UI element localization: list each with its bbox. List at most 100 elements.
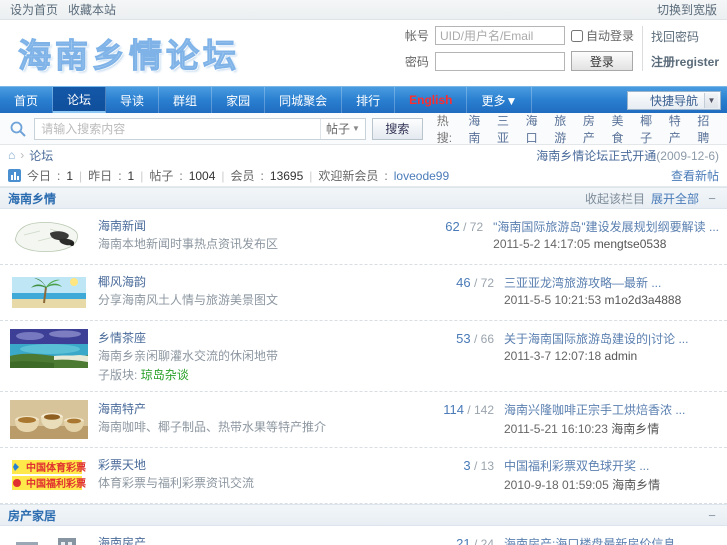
nav-item-6[interactable]: 排行: [342, 87, 396, 113]
forum-counts: 46 / 72: [456, 275, 494, 290]
nav-item-english[interactable]: English: [395, 87, 468, 113]
minus-icon[interactable]: −: [705, 508, 719, 523]
section-header-0: 海南乡情 收起该栏目 展开全部 −: [0, 187, 727, 209]
forum-stats: 今日: 1 | 昨日: 1 | 帖子: 1004 | 会员: 13695 | 欢…: [0, 165, 727, 187]
section-header-right: 收起该栏目 展开全部 −: [585, 190, 719, 207]
hainan-map-icon: [10, 217, 88, 256]
breadcrumb-current[interactable]: 论坛: [29, 147, 53, 164]
last-post-author[interactable]: m1o2d3a4888: [605, 293, 682, 307]
forum-counts: 62 / 72: [445, 219, 484, 234]
thread-count: 53: [456, 331, 471, 346]
nav-item-4[interactable]: 家园: [212, 87, 266, 113]
view-new-posts-link[interactable]: 查看新帖: [671, 167, 719, 184]
section-title[interactable]: 海南乡情: [8, 190, 56, 207]
nav-item-2[interactable]: 导读: [106, 87, 160, 113]
quick-nav-select[interactable]: 快捷导航 ▼: [627, 90, 721, 110]
thread-count: 46: [456, 275, 471, 290]
set-homepage-link[interactable]: 设为首页: [10, 1, 58, 18]
login-button[interactable]: 登录: [570, 51, 633, 71]
search-type-select[interactable]: 帖子 ▼: [320, 118, 365, 139]
breadcrumb: ⌂ › 论坛 海南乡情论坛正式开通(2009-12-6): [0, 145, 727, 165]
last-post-author[interactable]: mengtse0538: [594, 237, 667, 251]
post-count: 142: [473, 403, 494, 417]
forum-name[interactable]: 彩票天地: [98, 456, 432, 473]
register-en-link[interactable]: register: [675, 55, 719, 69]
forum-description: 海南乡亲闲聊灌水交流的休闲地带: [98, 349, 279, 363]
switch-wide-view-link[interactable]: 切换到宽版: [657, 3, 717, 17]
hot-keyword-8[interactable]: 招聘: [697, 112, 719, 146]
forum-info: 海南房产: [98, 534, 432, 545]
forum-name[interactable]: 海南房产: [98, 534, 432, 545]
favorite-site-link[interactable]: 收藏本站: [68, 1, 116, 18]
login-form: 帐号 自动登录 密码 登录: [405, 26, 634, 71]
register-link[interactable]: 注册: [651, 55, 675, 69]
topbar-right: 切换到宽版: [657, 1, 717, 18]
password-input[interactable]: [434, 51, 565, 71]
nav-item-more[interactable]: 更多▼: [467, 87, 533, 113]
minus-icon[interactable]: −: [705, 191, 719, 206]
last-post-title[interactable]: "海南国际旅游岛"建设发展规划纲要解读 ...: [493, 218, 719, 235]
chevron-down-icon: ▼: [352, 124, 360, 133]
thread-count: 62: [445, 219, 460, 234]
last-post-author[interactable]: 海南乡情: [611, 422, 659, 436]
last-post-author[interactable]: 海南乡情: [612, 478, 660, 492]
announcement-link[interactable]: 海南乡情论坛正式开通: [536, 149, 656, 163]
forum-name[interactable]: 海南特产: [98, 400, 432, 417]
forum-name[interactable]: 海南新闻: [98, 217, 421, 234]
home-icon[interactable]: ⌂: [8, 148, 15, 162]
hot-keyword-7[interactable]: 特产: [669, 112, 691, 146]
forum-row[interactable]: 海南房产 21 / 24 海南房产:海口楼盘最新房价信息 ...: [0, 526, 727, 545]
search-input[interactable]: [35, 118, 320, 139]
last-post: "海南国际旅游岛"建设发展规划纲要解读 ... 2011-5-2 14:17:0…: [493, 217, 719, 251]
forum-row[interactable]: 椰风海韵 分享海南风土人情与旅游美景图文 46 / 72 三亚亚龙湾旅游攻略—最…: [0, 265, 727, 321]
username-input[interactable]: [434, 26, 565, 45]
last-post-title[interactable]: 三亚亚龙湾旅游攻略—最新 ...: [504, 274, 719, 291]
auto-login-label: 自动登录: [585, 29, 634, 43]
search-button[interactable]: 搜索: [371, 117, 423, 140]
section-header-1: 房产家居 −: [0, 504, 727, 526]
forum-row[interactable]: 海南特产 海南咖啡、椰子制品、热带水果等特产推介 114 / 142 海南兴隆咖…: [0, 392, 727, 448]
auto-login-checkbox[interactable]: [570, 29, 583, 42]
auto-login-checkbox-wrap[interactable]: 自动登录: [570, 27, 634, 44]
svg-text:中国体育彩票: 中国体育彩票: [26, 461, 86, 474]
last-post: 海南兴隆咖啡正宗手工烘焙香浓 ... 2011-5-21 16:10:23 海南…: [504, 400, 719, 437]
last-post-title[interactable]: 关于海南国际旅游岛建设的|讨论 ...: [504, 330, 719, 347]
hot-keyword-0[interactable]: 海南: [468, 112, 490, 146]
site-header: 海南乡情论坛 帐号 自动登录 密码 登录 找回密码 注册register: [0, 20, 727, 86]
hot-keyword-3[interactable]: 旅游: [554, 112, 576, 146]
stat-posts-value: 1004: [188, 168, 216, 183]
forum-row[interactable]: 中国体育彩票 中国福利彩票 彩票天地 体育彩票与福利彩票资讯交流 3 / 13 …: [0, 448, 727, 504]
last-post: 海南房产:海口楼盘最新房价信息 ...: [504, 534, 719, 545]
top-utility-bar: 设为首页 收藏本站 切换到宽版: [0, 0, 727, 20]
last-post-title[interactable]: 海南兴隆咖啡正宗手工烘焙香浓 ...: [504, 401, 719, 418]
forum-info: 海南特产 海南咖啡、椰子制品、热带水果等特产推介: [98, 400, 432, 435]
hot-keyword-6[interactable]: 椰子: [640, 112, 662, 146]
sub-forum-link[interactable]: 琼岛杂谈: [141, 368, 189, 382]
welcome-user-link[interactable]: loveode99: [394, 169, 449, 183]
nav-item-5[interactable]: 同城聚会: [265, 87, 343, 113]
last-post-meta: 2011-5-2 14:17:05 mengtse0538: [493, 237, 719, 251]
stat-members-label: 会员: [230, 169, 255, 183]
hot-keyword-1[interactable]: 三亚: [497, 112, 519, 146]
hot-keyword-4[interactable]: 房产: [583, 112, 605, 146]
section-title[interactable]: 房产家居: [8, 507, 56, 524]
forum-row[interactable]: 海南新闻 海南本地新闻时事热点资讯发布区 62 / 72 "海南国际旅游岛"建设…: [0, 209, 727, 265]
forum-row[interactable]: 乡情茶座 海南乡亲闲聊灌水交流的休闲地带 子版块: 琼岛杂谈 53 / 66 关…: [0, 321, 727, 392]
nav-item-1[interactable]: 论坛: [53, 87, 107, 113]
last-post-author[interactable]: admin: [605, 349, 638, 363]
hot-keyword-5[interactable]: 美食: [612, 112, 634, 146]
expand-all-link[interactable]: 展开全部: [651, 190, 699, 207]
hot-keyword-2[interactable]: 海口: [526, 112, 548, 146]
nav-item-0[interactable]: 首页: [0, 87, 54, 113]
last-post-title[interactable]: 中国福利彩票双色球开奖 ...: [504, 457, 719, 474]
nav-item-3[interactable]: 群组: [159, 87, 213, 113]
last-post-title[interactable]: 海南房产:海口楼盘最新房价信息 ...: [504, 535, 719, 545]
login-box: 帐号 自动登录 密码 登录 找回密码 注册register: [405, 26, 719, 71]
forum-info: 乡情茶座 海南乡亲闲聊灌水交流的休闲地带 子版块: 琼岛杂谈: [98, 329, 432, 383]
forum-name[interactable]: 椰风海韵: [98, 273, 432, 290]
site-logo[interactable]: 海南乡情论坛: [18, 29, 240, 77]
thread-count: 3: [463, 458, 471, 473]
find-password-link[interactable]: 找回密码: [651, 28, 719, 45]
forum-name[interactable]: 乡情茶座: [98, 329, 432, 346]
palm-beach-icon: [10, 273, 88, 312]
